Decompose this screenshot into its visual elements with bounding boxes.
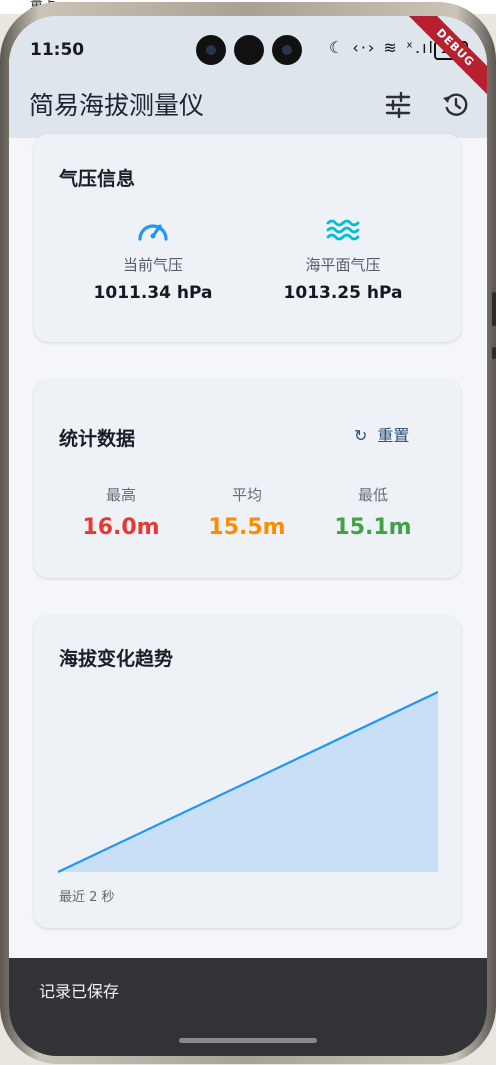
side-button [492,292,496,326]
front-camera-icon [272,35,302,65]
side-button [492,347,496,359]
speedometer-icon [138,224,168,241]
phone-frame: 11:50 ☾ ‹·› ≋ ˣ.ıl 100 简易海拔测量仪 [0,2,496,1064]
stat-average-value: 15.5m [208,515,286,540]
snackbar-message: 记录已保存 [39,982,120,1001]
history-icon [443,93,468,116]
stat-min-label: 最低 [357,486,388,504]
stat-average: 平均 15.5m [192,484,302,540]
reset-button[interactable]: ↻ 重置 [354,422,409,446]
stats-card: 统计数据 ↻ 重置 最高 16.0m 平均 15.5m 最低 15.1m [34,380,461,578]
sea-level-pressure: 海平面气压 1013.25 hPa [248,214,438,303]
trend-card: 海拔变化趋势 最近 2 秒 [34,616,461,928]
current-pressure-label: 当前气压 [122,256,183,274]
waves-icon [326,219,360,241]
trend-card-title: 海拔变化趋势 [59,648,174,670]
stat-min: 最低 15.1m [318,484,428,540]
current-pressure: 当前气压 1011.34 hPa [58,214,248,303]
stat-max: 最高 16.0m [66,484,176,540]
stats-card-title: 统计数据 [59,428,136,450]
tune-button[interactable] [381,88,415,122]
altitude-trend-chart [58,691,438,873]
stat-average-label: 平均 [231,486,262,504]
chart-caption: 最近 2 秒 [59,890,115,905]
home-indicator[interactable] [179,1038,317,1043]
app-bar: 11:50 ☾ ‹·› ≋ ˣ.ıl 100 简易海拔测量仪 [9,16,487,138]
refresh-icon: ↻ [354,426,368,445]
stat-max-value: 16.0m [82,515,160,540]
sea-level-pressure-label: 海平面气压 [305,256,381,274]
snackbar: 记录已保存 [9,958,487,1056]
sea-level-pressure-value: 1013.25 hPa [283,283,403,303]
stat-max-label: 最高 [105,486,136,504]
current-pressure-value: 1011.34 hPa [93,283,213,303]
stat-min-value: 15.1m [334,515,412,540]
pressure-card-title: 气压信息 [59,168,136,190]
tune-icon [385,91,411,119]
page-title: 简易海拔测量仪 [29,91,205,120]
reset-button-label: 重置 [377,426,410,445]
status-time: 11:50 [30,40,85,60]
front-camera-icon [196,35,226,65]
front-sensor-icon [234,35,264,65]
history-button[interactable] [439,88,473,122]
status-icons: ☾ ‹·› ≋ ˣ.ıl [329,38,435,57]
app-screen: 11:50 ☾ ‹·› ≋ ˣ.ıl 100 简易海拔测量仪 [9,16,487,1056]
pressure-card: 气压信息 当前气压 1011.34 hPa 海平面气压 1013.25 hPa [34,134,461,342]
